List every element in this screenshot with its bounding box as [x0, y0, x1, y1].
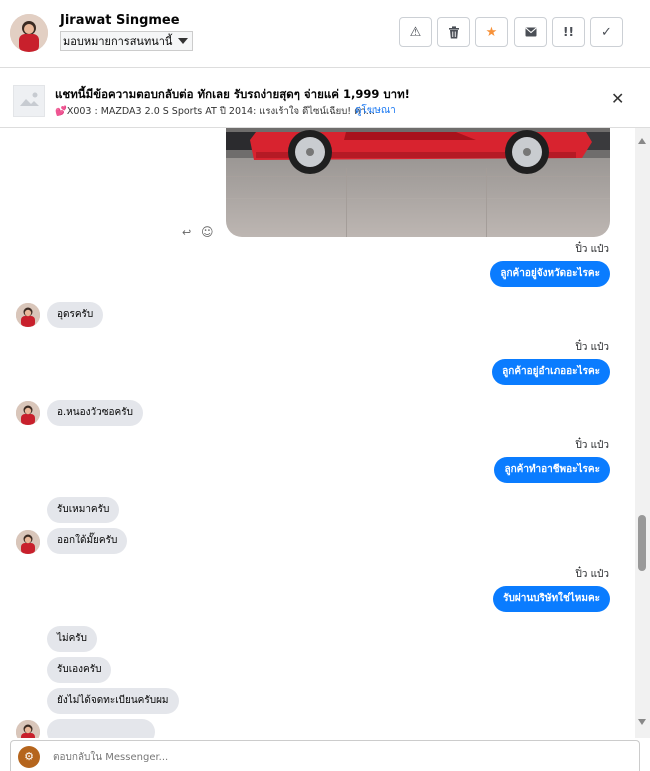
scrollbar-thumb[interactable]	[638, 515, 646, 571]
incoming-message-partial[interactable]	[47, 719, 155, 738]
reply-input[interactable]	[51, 746, 615, 768]
ad-thumbnail-image	[13, 85, 45, 117]
mark-important-button[interactable]: !!	[552, 17, 585, 47]
ad-description: 💕X003 : MAZDA3 2.0 S Sports AT ปี 2014: …	[55, 106, 375, 117]
seen-label: ปิ๋ว แป๋ว	[575, 440, 609, 451]
warning-button[interactable]: ⚠	[399, 17, 432, 47]
emoji-icon[interactable]: ☺	[201, 225, 214, 239]
mark-unread-button[interactable]	[514, 17, 547, 47]
mark-done-button[interactable]: ✓	[590, 17, 623, 47]
incoming-message[interactable]: อุดรครับ	[47, 302, 104, 328]
avatar	[16, 530, 40, 554]
incoming-message[interactable]: ออกใด้มั๊ยครับ	[47, 528, 128, 554]
contact-name[interactable]: Jirawat Singmee	[60, 13, 180, 28]
incoming-message[interactable]: ยังไม่ได้จดทะเบียนครับผม	[47, 688, 179, 714]
scroll-down-arrow-icon[interactable]	[638, 719, 646, 725]
incoming-message[interactable]: อ.หนองวัวซอครับ	[47, 400, 143, 426]
seen-label: ปิ๋ว แป๋ว	[575, 244, 609, 255]
star-icon: ★	[485, 24, 498, 40]
incoming-message[interactable]: รับเหมาครับ	[47, 497, 120, 523]
view-ad-link[interactable]: ดูโฆษณา	[355, 103, 396, 118]
avatar	[16, 303, 40, 327]
envelope-icon	[524, 27, 537, 37]
ad-title: แชทนี้มีข้อความตอบกลับต่อ ทักเลย รับรถง่…	[55, 87, 410, 101]
important-icon: !!	[563, 25, 574, 39]
car-photo-attachment[interactable]	[226, 128, 610, 237]
delete-button[interactable]	[437, 17, 470, 47]
outgoing-message[interactable]: ลูกค้าทำอาชีพอะไรคะ	[494, 457, 610, 483]
reply-composer: ⚙	[10, 740, 640, 771]
reply-icon[interactable]: ↩	[182, 226, 191, 239]
outgoing-message[interactable]: ลูกค้าอยู่อำเภออะไรคะ	[492, 359, 610, 385]
scrollbar[interactable]	[635, 128, 650, 738]
warning-icon: ⚠	[409, 24, 422, 40]
incoming-message[interactable]: ไม่ครับ	[47, 626, 98, 652]
outgoing-message[interactable]: รับผ่านบริษัทใช่ไหมคะ	[493, 586, 610, 612]
page-avatar-icon: ⚙	[18, 746, 40, 768]
avatar	[16, 401, 40, 425]
assign-conversation-dropdown[interactable]: มอบหมายการสนทนานี้	[60, 31, 194, 51]
avatar	[16, 720, 40, 738]
caret-down-icon	[178, 38, 189, 44]
avatar[interactable]	[10, 14, 48, 52]
incoming-message[interactable]: รับเองครับ	[47, 657, 112, 683]
assign-label: มอบหมายการสนทนานี้	[63, 35, 173, 48]
conversation-header: Jirawat Singmee มอบหมายการสนทนานี้ ⚠ ★ !…	[0, 0, 650, 68]
check-icon: ✓	[601, 24, 612, 40]
scroll-up-arrow-icon[interactable]	[638, 138, 646, 144]
message-list[interactable]: ↩ ☺ ปิ๋ว แป๋ว ลูกค้าอยู่จังหวัดอะไรคะ อุ…	[0, 128, 635, 738]
seen-label: ปิ๋ว แป๋ว	[575, 342, 609, 353]
seen-label: ปิ๋ว แป๋ว	[575, 569, 609, 580]
trash-icon	[448, 25, 459, 38]
ad-banner: แชทนี้มีข้อความตอบกลับต่อ ทักเลย รับรถง่…	[0, 68, 650, 128]
outgoing-message[interactable]: ลูกค้าอยู่จังหวัดอะไรคะ	[490, 261, 610, 287]
star-button[interactable]: ★	[475, 17, 508, 47]
close-icon[interactable]: ✕	[611, 89, 624, 108]
